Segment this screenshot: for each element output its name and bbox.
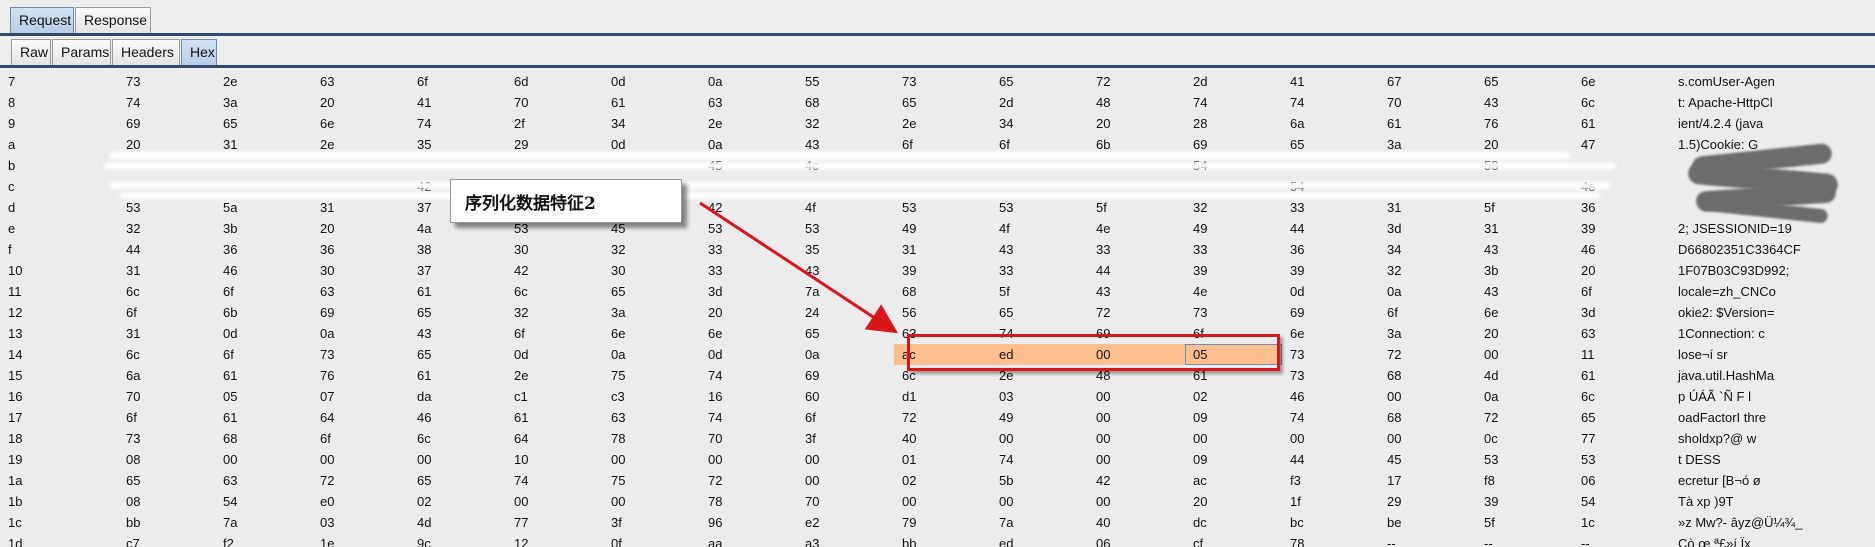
highlight-box	[907, 334, 1280, 371]
annotation-arrow	[699, 201, 899, 334]
